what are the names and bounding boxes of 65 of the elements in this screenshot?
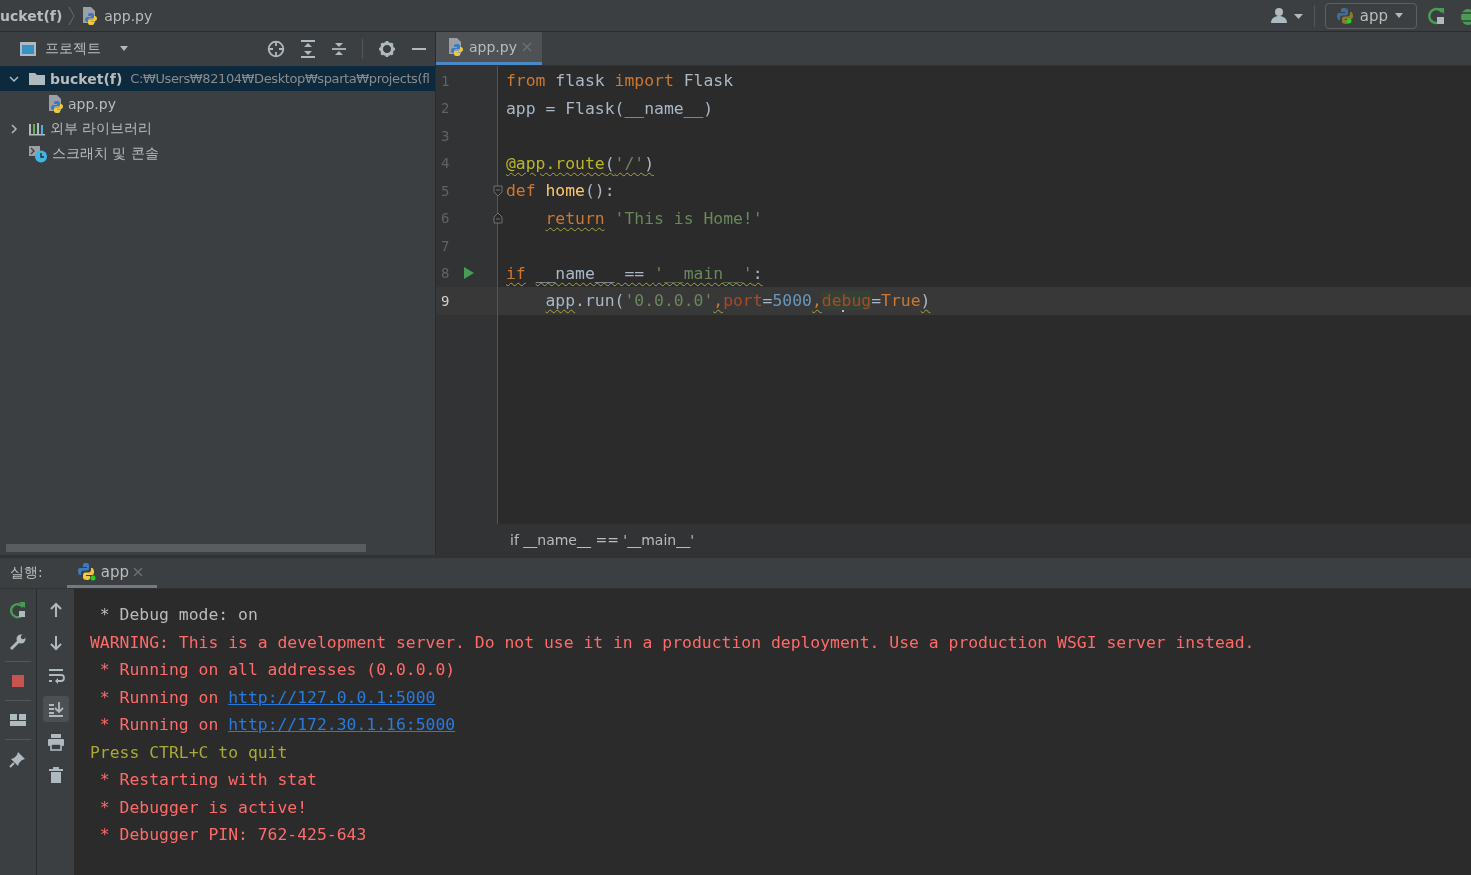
rerun-icon[interactable] — [9, 601, 27, 619]
tree-item-label: app.py — [68, 95, 116, 112]
python-file-icon — [48, 93, 64, 114]
console-text: * Debugger PIN: 762-425-643 — [98, 825, 367, 844]
project-window-icon — [19, 41, 37, 57]
user-dropdown-icon[interactable] — [1269, 6, 1304, 25]
tree-item-label: bucket(f) — [50, 70, 123, 87]
folder-icon — [28, 71, 46, 86]
layout-icon[interactable] — [9, 711, 27, 729]
console-text: Press CTRL+C to quit — [90, 742, 288, 762]
panel-label: 실행: — [10, 564, 43, 582]
console-text: * Running on — [98, 715, 220, 734]
console-text: * Restarting with stat — [98, 770, 317, 789]
fold-icon[interactable] — [493, 184, 503, 197]
tree-item-label: 외부 라이브러리 — [50, 119, 153, 138]
path-hint: C:₩Users₩82104₩Desktop₩sparta₩projects(fl — [130, 71, 430, 86]
pin-icon[interactable] — [9, 750, 27, 768]
code-line: def home(): — [505, 180, 616, 202]
collapse-all-icon[interactable] — [331, 40, 347, 58]
scratch-clock-icon — [28, 144, 48, 163]
console-link[interactable]: http://172.30.1.16:5000 — [228, 715, 456, 734]
tree-item-label: 스크래치 및 콘솔 — [52, 144, 159, 163]
scroll-to-end-toggle[interactable] — [42, 696, 69, 722]
run-icon[interactable] — [463, 266, 475, 281]
wrench-icon[interactable] — [9, 633, 27, 651]
console-text: * Running on all addresses (0.0.0.0) — [98, 660, 456, 679]
code-line: if __name__ == '__main__': — [505, 262, 764, 285]
breadcrumb-separator-icon — [68, 5, 77, 26]
scroll-to-end-icon — [46, 700, 65, 718]
code-line: return 'This is Home!' — [544, 207, 764, 230]
expand-all-icon[interactable] — [300, 40, 316, 58]
python-file-icon — [82, 5, 99, 26]
breadcrumb-item[interactable]: if __name__ == '__main__' — [510, 532, 694, 548]
rerun-icon[interactable] — [1427, 5, 1447, 26]
code-line: app = Flask(__name__) — [505, 97, 715, 120]
tree-item[interactable]: app.py — [0, 91, 435, 116]
fold-icon[interactable] — [493, 212, 503, 225]
stop-icon[interactable] — [9, 672, 27, 690]
python-icon — [1335, 6, 1354, 25]
chevron-right-icon[interactable] — [8, 122, 20, 135]
tree-item[interactable]: 외부 라이브러리 — [0, 116, 435, 141]
console-link[interactable]: http://127.0.0.1:5000 — [228, 687, 436, 707]
soft-wrap-icon — [46, 667, 65, 685]
trash-icon — [46, 766, 65, 784]
python-file-icon — [448, 37, 464, 57]
printer-icon — [46, 733, 65, 751]
crosshair-icon[interactable] — [267, 40, 285, 58]
tree-item[interactable]: 스크래치 및 콘솔 — [0, 141, 435, 166]
python-icon — [76, 561, 97, 582]
library-icon — [28, 121, 46, 136]
console-text: * Debug mode: on — [98, 605, 258, 624]
horizontal-scrollbar[interactable] — [6, 544, 366, 552]
settings-icon[interactable] — [378, 40, 396, 58]
code-line: @app.route('/') — [505, 152, 656, 175]
breadcrumb-item[interactable]: app.py — [104, 7, 153, 24]
console-text: * Running on — [98, 687, 220, 707]
console-text: WARNING: This is a development server. Do not use it in a production deployment. Use a production WSGI server instead. — [90, 632, 1255, 652]
panel-title[interactable]: 프로젝트 — [45, 40, 101, 58]
editor-tab[interactable]: app.py — [436, 32, 542, 65]
code-line: from flask import Flask — [505, 70, 734, 92]
line-number: 9 — [440, 292, 451, 309]
breadcrumb-item[interactable]: ucket(f) — [0, 7, 63, 24]
tree-item[interactable]: bucket(f) C:₩Users₩82104₩Desktop₩sparta₩projects(fl — [0, 66, 435, 91]
console-text: * Debugger is active! — [98, 797, 308, 817]
run-configuration-dropdown[interactable]: app — [1324, 2, 1417, 29]
